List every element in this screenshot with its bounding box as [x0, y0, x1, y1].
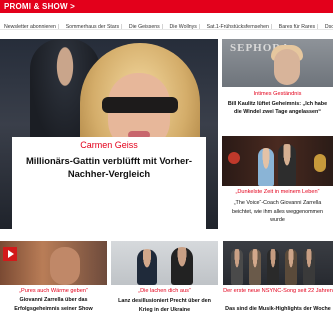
nav-item-dschungelcamp[interactable]: Dschungelcamp [323, 20, 333, 29]
photo-sunglasses [102, 97, 178, 113]
photo-figure [50, 247, 80, 285]
bottom-article-card[interactable]: „Die lachen dich aus“ Lanz desillusionie… [111, 241, 218, 328]
nav-item-fruehstuecksfernsehen[interactable]: Sat.1-Frühstücksfernsehen [205, 20, 271, 29]
nav-item-bares-fuer-rares[interactable]: Bares für Rares [277, 20, 317, 29]
main-article-caption-box [12, 137, 206, 229]
bottom-article-kicker: Der erste neue NSYNC-Song seit 22 Jahren [223, 288, 333, 294]
side-article-image[interactable] [222, 136, 333, 186]
side-article-kicker: Intimes Geständnis [253, 91, 302, 97]
nav-separator: | [121, 24, 123, 30]
bottom-article-title[interactable]: Das sind die Musik-Highlights der Woche [225, 305, 331, 314]
photo-figure [274, 49, 300, 85]
photo-detail [314, 154, 326, 172]
nav-item-wollnys[interactable]: Die Wollnys [168, 20, 199, 29]
photo-figure [249, 249, 261, 285]
bottom-article-card[interactable]: Der erste neue NSYNC-Song seit 22 Jahren… [223, 241, 333, 328]
bottom-article-image[interactable] [223, 241, 333, 285]
bottom-article-title[interactable]: Giovanni Zarrella über das Erfolgsgeheim… [2, 296, 105, 313]
bottom-article-title[interactable]: Lanz desillusioniert Precht über den Kri… [113, 297, 216, 314]
bottom-article-kicker: „Pures auch Wärme geben“ [19, 288, 88, 294]
main-article-kicker: Carmen Geiss [80, 140, 138, 150]
nav-separator: | [198, 24, 201, 30]
side-article-card[interactable]: „Dunkelste Zeit in meinem Leben“ „The Vo… [222, 136, 333, 236]
side-article-card[interactable]: SEPHORA Intimes Geständnis Bill Kaulitz … [222, 39, 333, 135]
photo-figure [231, 249, 243, 285]
photo-figure [171, 247, 193, 285]
nav-separator: | [57, 24, 60, 30]
photo-figure [258, 148, 274, 186]
photo-figure [285, 249, 297, 285]
topic-navigation: Newsletter abonnieren | Sommerhaus der St… [0, 15, 333, 30]
bottom-article-image[interactable] [0, 241, 107, 285]
nav-item-sommerhaus[interactable]: Sommerhaus der Stars [64, 20, 121, 29]
side-article-title[interactable]: Bill Kaulitz lüftet Geheimnis: „Ich habe… [224, 100, 331, 116]
photo-detail [228, 152, 240, 164]
photo-figure [267, 249, 279, 285]
bottom-article-image[interactable] [111, 241, 218, 285]
side-article-title[interactable]: „The Voice“-Coach Giovanni Zarrella beic… [225, 199, 330, 225]
nav-separator: | [270, 24, 273, 30]
nav-separator: | [317, 24, 319, 30]
main-article-title[interactable]: Millionärs-Gattin verblüfft mit Vorher-N… [18, 154, 200, 180]
nav-separator: | [161, 24, 164, 30]
section-title[interactable]: PROMI & SHOW > [4, 1, 75, 12]
play-icon[interactable] [8, 250, 14, 258]
photo-figure [137, 249, 157, 285]
photo-figure [303, 249, 315, 285]
nav-item-newsletter[interactable]: Newsletter abonnieren [0, 20, 58, 29]
section-header-bar[interactable]: PROMI & SHOW > [0, 0, 333, 13]
main-article-card[interactable]: Carmen Geiss Millionärs-Gattin verblüfft… [0, 39, 218, 229]
bottom-article-kicker: „Die lachen dich aus“ [138, 288, 191, 294]
bottom-article-card[interactable]: „Pures auch Wärme geben“ Giovanni Zarrel… [0, 241, 107, 328]
photo-figure [278, 144, 296, 186]
nav-item-geissens[interactable]: Die Geissens [127, 20, 162, 29]
side-article-kicker: „Dunkelste Zeit in meinem Leben“ [235, 189, 320, 195]
side-article-image[interactable]: SEPHORA [222, 39, 333, 87]
